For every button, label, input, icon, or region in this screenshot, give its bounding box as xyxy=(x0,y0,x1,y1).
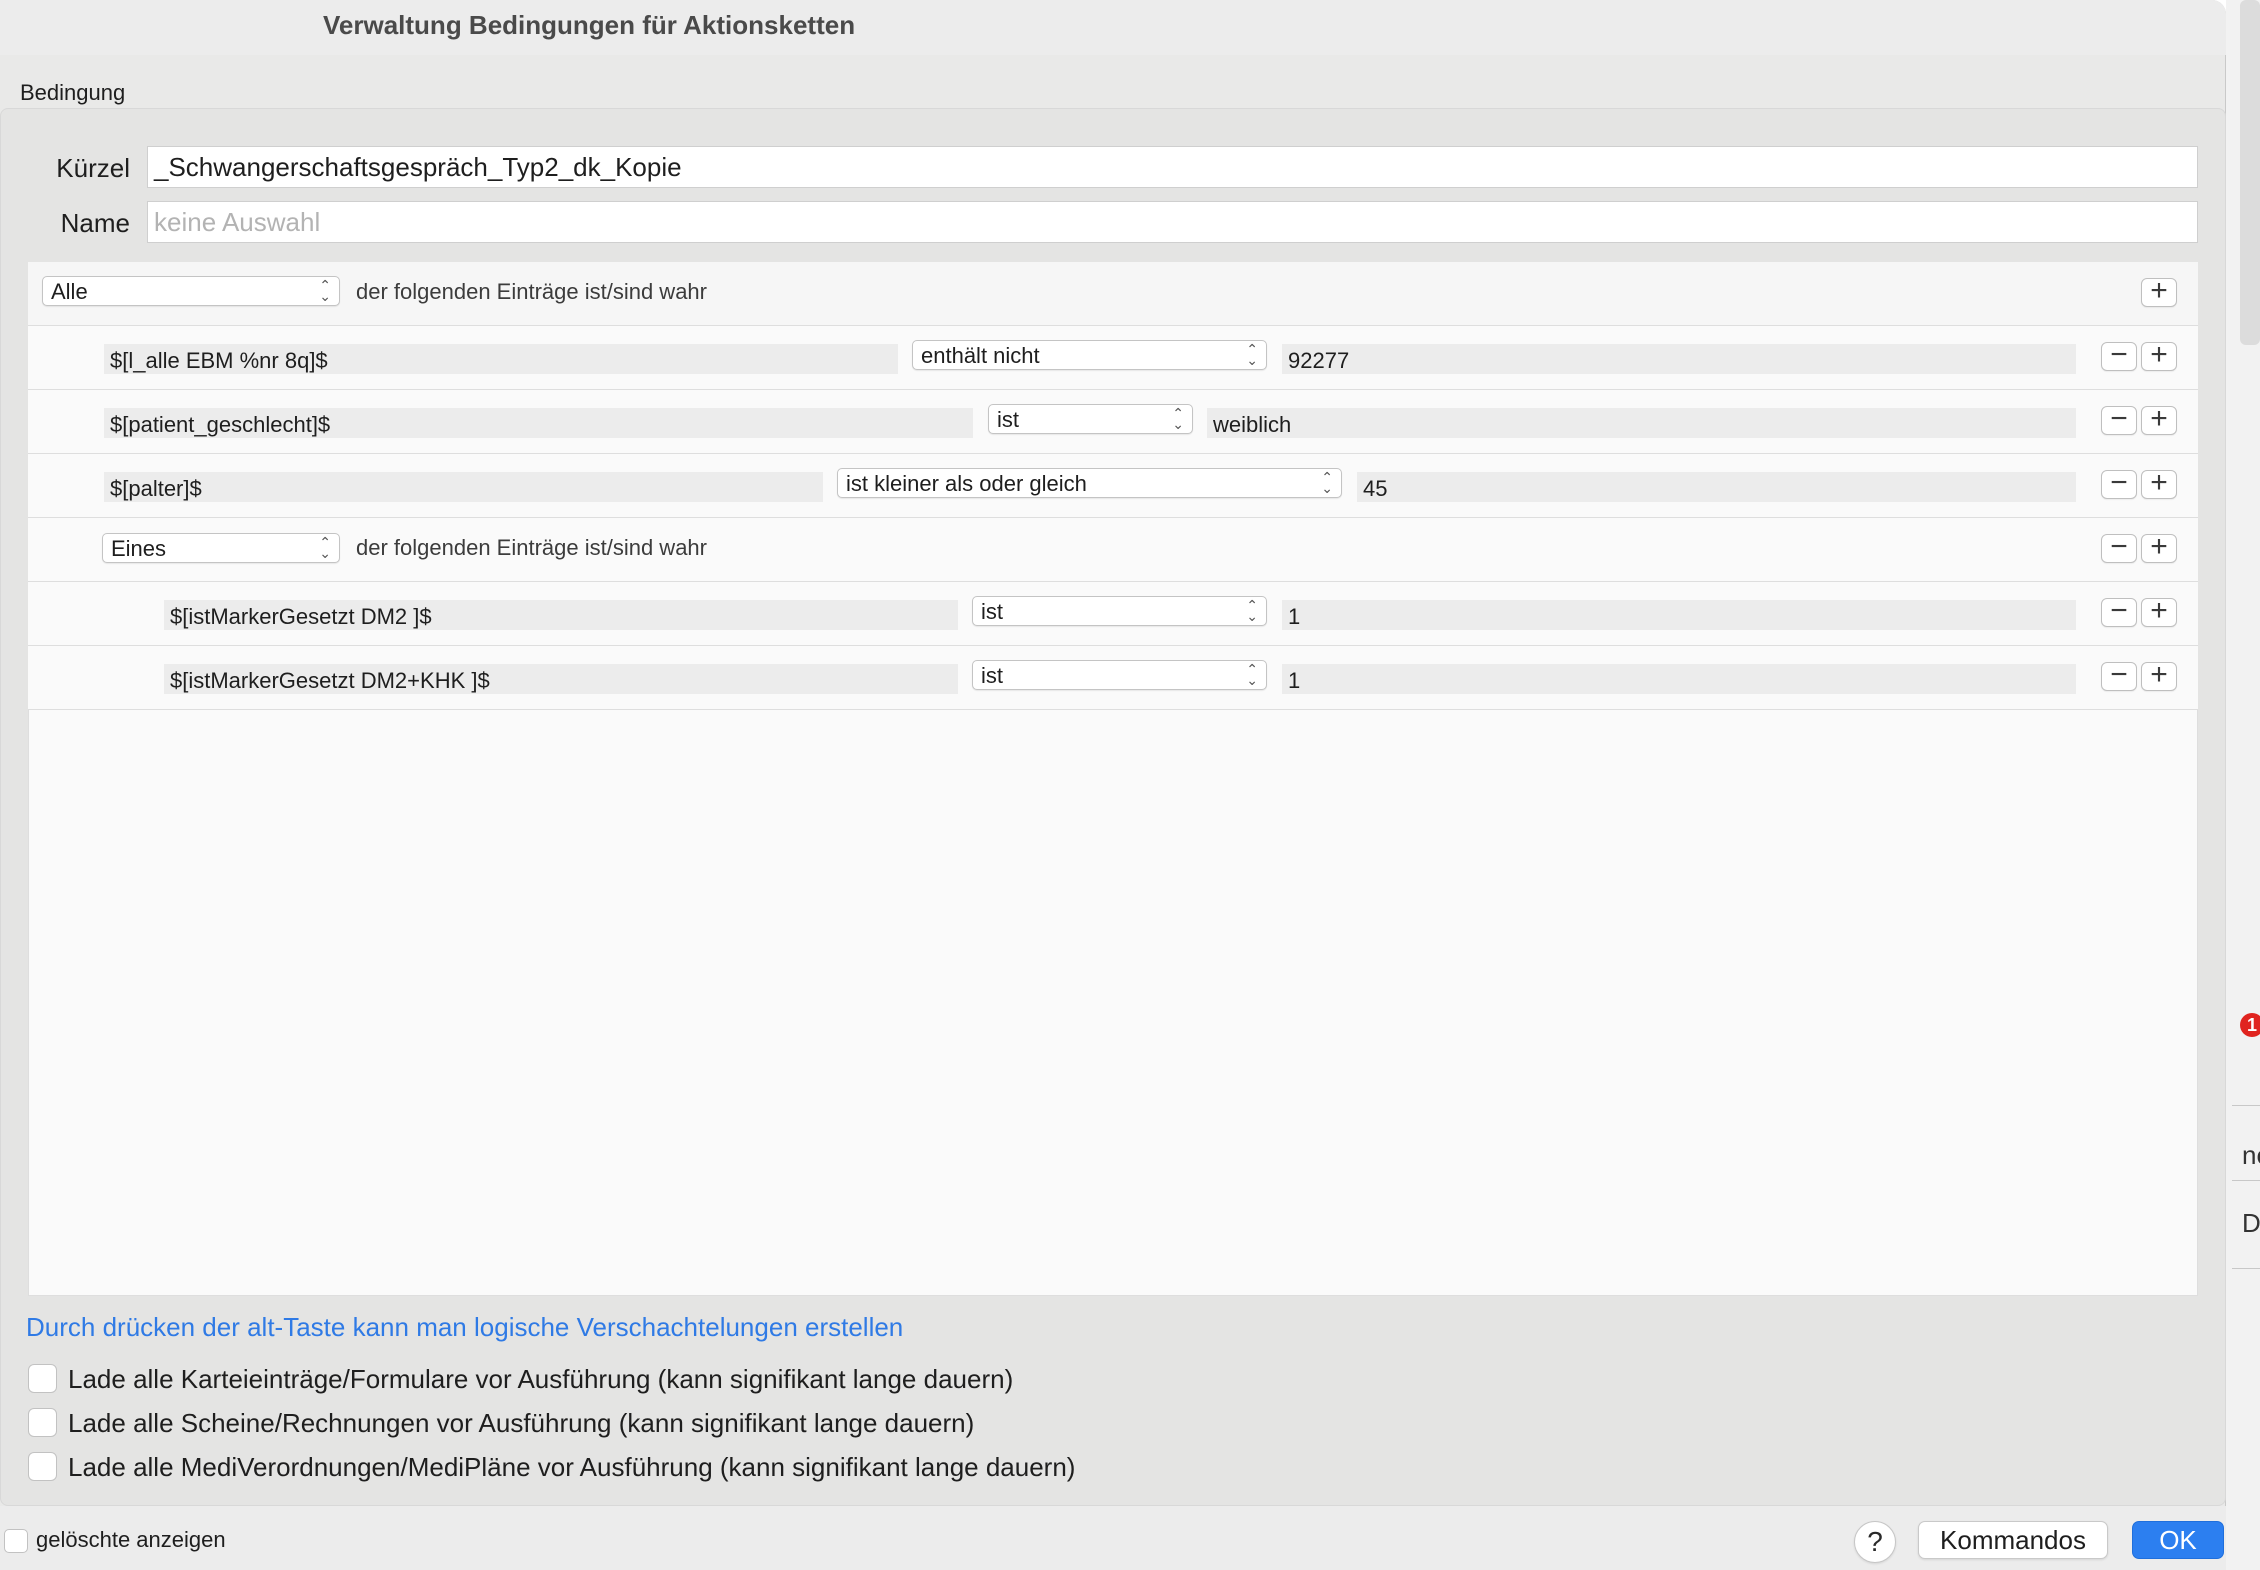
background-divider xyxy=(2232,1180,2260,1181)
help-button[interactable]: ? xyxy=(1854,1521,1896,1563)
ok-button[interactable]: OK xyxy=(2132,1521,2224,1559)
popup-arrows-icon: ⌃ ⌄ xyxy=(1246,597,1258,624)
rule-row-subgroup xyxy=(28,518,2198,582)
condition-value-field[interactable]: weiblich xyxy=(1207,408,2076,438)
rule-group-text: der folgenden Einträge ist/sind wahr xyxy=(356,279,707,304)
condition-operator-popup[interactable]: ist ⌃ ⌄ xyxy=(972,596,1267,626)
condition-value-field[interactable]: 1 xyxy=(1282,600,2076,630)
background-text: Do xyxy=(2242,1208,2260,1238)
condition-operator-popup[interactable]: ist kleiner als oder gleich ⌃ ⌄ xyxy=(837,468,1342,498)
popup-arrows-icon: ⌃ ⌄ xyxy=(1246,341,1258,368)
add-rule-button[interactable]: + xyxy=(2141,468,2177,499)
condition-operator-popup[interactable]: enthält nicht ⌃ ⌄ xyxy=(912,340,1267,370)
popup-arrows-icon: ⌃ ⌄ xyxy=(1172,405,1184,432)
condition-value-field[interactable]: 1 xyxy=(1282,664,2076,694)
condition-value-field[interactable]: 92277 xyxy=(1282,344,2076,374)
remove-rule-button[interactable]: − xyxy=(2101,660,2137,691)
condition-variable-field[interactable]: $[istMarkerGesetzt DM2 ]$ xyxy=(164,600,958,630)
quantifier-popup-subgroup[interactable]: Eines ⌃ ⌄ xyxy=(102,533,340,563)
add-rule-button[interactable]: + xyxy=(2141,532,2177,563)
background-badge: 1 xyxy=(2240,1013,2260,1037)
name-input[interactable]: keine Auswahl xyxy=(147,201,2198,243)
background-text: ne xyxy=(2242,1140,2260,1170)
show-deleted-checkbox[interactable] xyxy=(4,1529,28,1553)
kuerzel-input[interactable]: _Schwangerschaftsgespräch_Typ2_dk_Kopie xyxy=(147,146,2198,188)
remove-rule-button[interactable]: − xyxy=(2101,596,2137,627)
condition-value-field[interactable]: 45 xyxy=(1357,472,2076,502)
remove-rule-button[interactable]: − xyxy=(2101,532,2137,563)
show-deleted-label: gelöschte anzeigen xyxy=(36,1527,226,1552)
option-checkbox-karteieintraege[interactable] xyxy=(28,1364,57,1393)
add-rule-button[interactable]: + xyxy=(2141,404,2177,435)
option-label-scheine: Lade alle Scheine/Rechnungen vor Ausführ… xyxy=(68,1408,975,1438)
remove-rule-button[interactable]: − xyxy=(2101,404,2137,435)
quantifier-popup-root[interactable]: Alle ⌃ ⌄ xyxy=(42,276,340,306)
background-scrollbar xyxy=(2240,0,2260,345)
group-label: Bedingung xyxy=(20,80,126,105)
condition-variable-field[interactable]: $[patient_geschlecht]$ xyxy=(104,408,973,438)
add-rule-button[interactable]: + xyxy=(2141,276,2177,307)
popup-arrows-icon: ⌃ ⌄ xyxy=(1321,469,1333,496)
quantifier-value: Eines xyxy=(111,536,167,561)
option-checkbox-scheine[interactable] xyxy=(28,1408,57,1437)
dialog-window: Verwaltung Bedingungen für Aktionsketten… xyxy=(0,0,2226,1570)
kuerzel-label: Kürzel xyxy=(56,153,130,183)
quantifier-value: Alle xyxy=(51,279,88,304)
background-divider xyxy=(2232,1268,2260,1269)
popup-arrows-icon: ⌃ ⌄ xyxy=(1246,661,1258,688)
condition-variable-field[interactable]: $[l_alle EBM %nr 8q]$ xyxy=(104,344,898,374)
popup-arrows-icon: ⌃ ⌄ xyxy=(319,277,331,304)
popup-arrows-icon: ⌃ ⌄ xyxy=(319,534,331,561)
operator-value: ist xyxy=(997,407,1019,432)
operator-value: ist xyxy=(981,663,1003,688)
add-rule-button[interactable]: + xyxy=(2141,340,2177,371)
rule-group-text: der folgenden Einträge ist/sind wahr xyxy=(356,535,707,560)
window-title: Verwaltung Bedingungen für Aktionsketten xyxy=(323,10,856,40)
condition-variable-field[interactable]: $[palter]$ xyxy=(104,472,823,502)
condition-operator-popup[interactable]: ist ⌃ ⌄ xyxy=(972,660,1267,690)
condition-operator-popup[interactable]: ist ⌃ ⌄ xyxy=(988,404,1193,434)
remove-rule-button[interactable]: − xyxy=(2101,340,2137,371)
remove-rule-button[interactable]: − xyxy=(2101,468,2137,499)
option-checkbox-mediverordnungen[interactable] xyxy=(28,1452,57,1481)
operator-value: ist xyxy=(981,599,1003,624)
kommandos-button[interactable]: Kommandos xyxy=(1918,1521,2108,1559)
operator-value: ist kleiner als oder gleich xyxy=(846,471,1087,496)
add-rule-button[interactable]: + xyxy=(2141,596,2177,627)
option-label-mediverordnungen: Lade alle MediVerordnungen/MediPläne vor… xyxy=(68,1452,1076,1482)
condition-variable-field[interactable]: $[istMarkerGesetzt DM2+KHK ]$ xyxy=(164,664,958,694)
nesting-hint-text: Durch drücken der alt-Taste kann man log… xyxy=(26,1312,904,1342)
rule-row-root xyxy=(28,262,2198,326)
add-rule-button[interactable]: + xyxy=(2141,660,2177,691)
background-divider xyxy=(2232,1105,2260,1106)
option-label-karteieintraege: Lade alle Karteieinträge/Formulare vor A… xyxy=(68,1364,1014,1394)
operator-value: enthält nicht xyxy=(921,343,1040,368)
name-label: Name xyxy=(60,208,130,238)
